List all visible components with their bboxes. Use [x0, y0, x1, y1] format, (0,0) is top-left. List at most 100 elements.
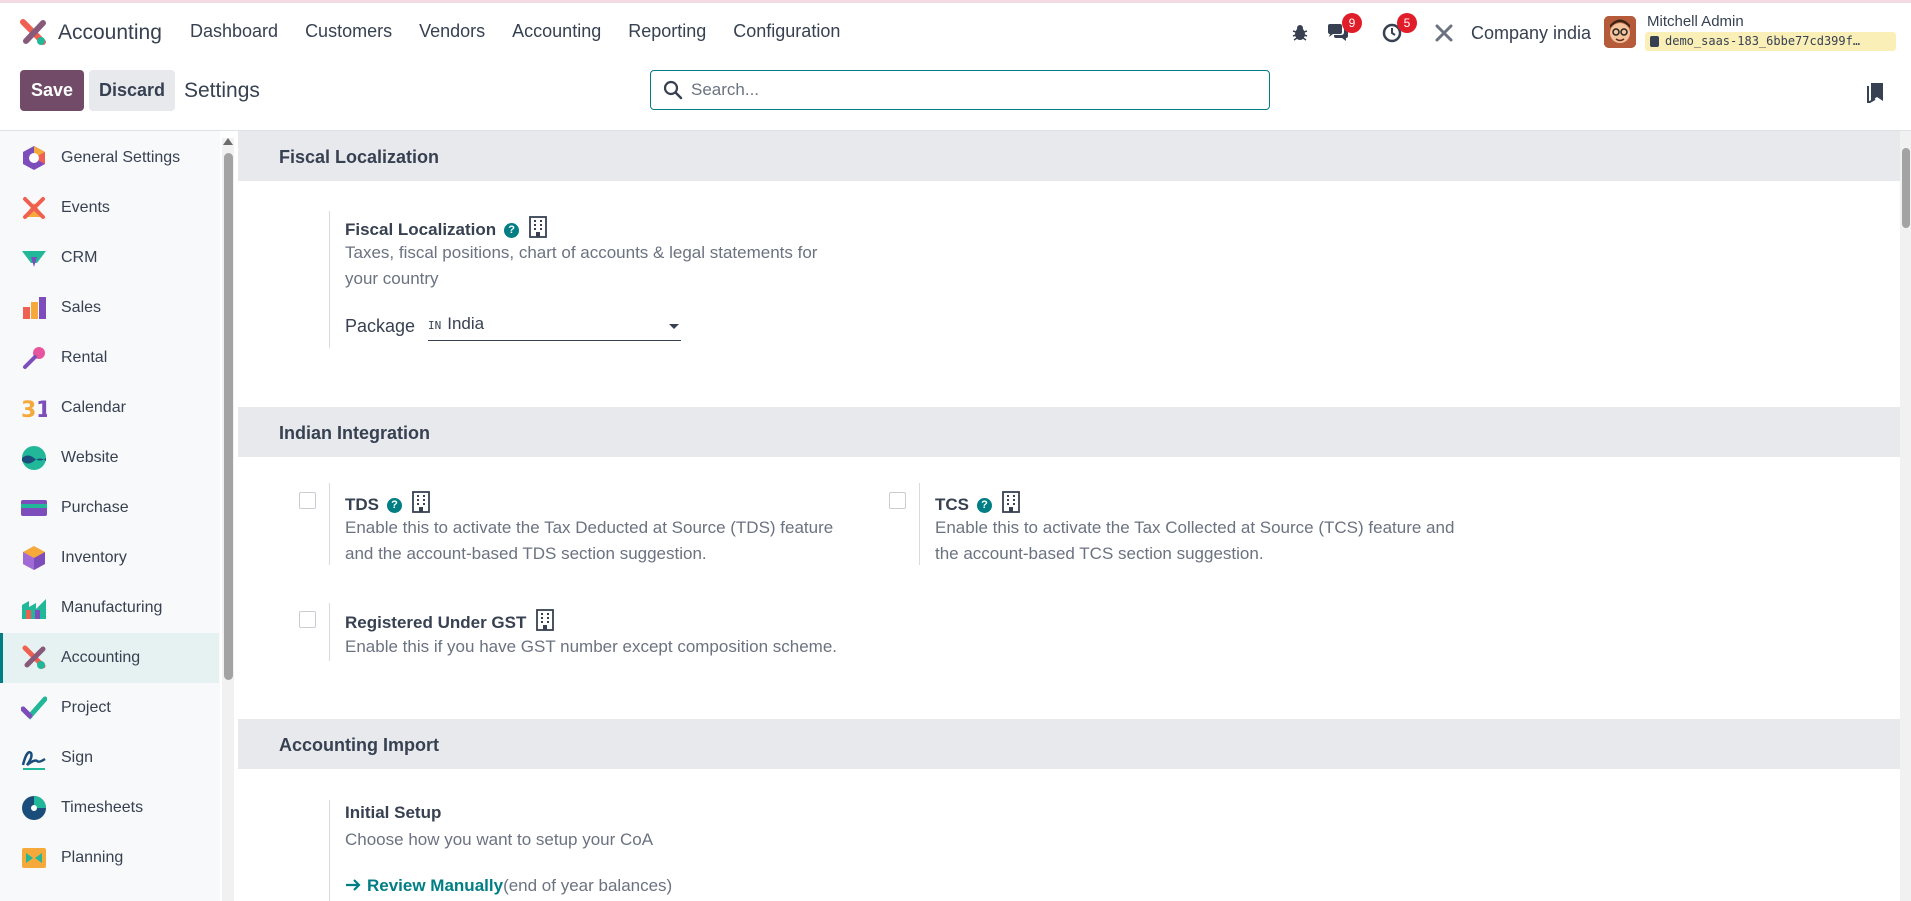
sidebar-item-calendar[interactable]: 3 1 Calendar — [0, 383, 219, 433]
package-select[interactable]: IN India — [428, 314, 681, 341]
accounting-icon — [22, 645, 46, 669]
gst-checkbox[interactable] — [299, 611, 316, 628]
section-title: Accounting Import — [279, 735, 439, 755]
save-button[interactable]: Save — [20, 70, 84, 111]
tds-checkbox[interactable] — [299, 492, 316, 509]
main-navbar: Accounting Dashboard Customers Vendors A… — [0, 3, 1911, 60]
menu-customers[interactable]: Customers — [305, 21, 392, 42]
sidebar-scrollbar-thumb[interactable] — [224, 153, 233, 680]
database-name: demo_saas-183_6bbe77cd399f… — [1665, 34, 1861, 48]
sidebar-item-label: Timesheets — [61, 799, 144, 816]
section-header-accounting-import: Accounting Import — [238, 719, 1900, 769]
setting-divider — [329, 483, 330, 565]
timesheets-icon — [22, 796, 46, 820]
sidebar-item-sales[interactable]: Sales — [0, 283, 219, 333]
sidebar-item-partial — [0, 883, 219, 901]
partial-app-icon — [21, 895, 47, 901]
sidebar-item-label: Inventory — [61, 549, 127, 566]
menu-reporting[interactable]: Reporting — [628, 21, 706, 42]
setting-title-text: TCS — [935, 495, 969, 514]
setting-divider — [329, 211, 330, 348]
sidebar-item-rental[interactable]: Rental — [0, 333, 219, 383]
activities-badge: 5 — [1397, 13, 1417, 33]
accounting-app-icon[interactable] — [19, 19, 47, 47]
rental-icon — [23, 347, 45, 369]
setting-title: Fiscal Localization? — [345, 216, 548, 240]
tools-icon[interactable] — [1434, 15, 1454, 51]
sidebar-item-accounting[interactable]: Accounting — [0, 633, 219, 683]
sidebar-item-label: Project — [61, 699, 111, 716]
sign-icon — [21, 751, 46, 770]
setting-divider — [329, 800, 330, 901]
section-header-indian-integration: Indian Integration — [238, 407, 1900, 457]
sales-icon — [23, 297, 46, 319]
sidebar-item-label: CRM — [61, 249, 98, 266]
sidebar-item-label: Website — [61, 449, 119, 466]
setting-title-text: Fiscal Localization — [345, 220, 497, 239]
user-name[interactable]: Mitchell Admin — [1647, 13, 1744, 30]
page-title: Settings — [184, 79, 260, 102]
sidebar-item-timesheets[interactable]: Timesheets — [0, 783, 219, 833]
calendar-icon: 3 1 — [21, 398, 47, 421]
sidebar-item-label: General Settings — [61, 149, 181, 166]
search-input[interactable] — [691, 80, 1251, 100]
search-icon[interactable] — [663, 80, 683, 100]
sidebar-item-label: Sign — [61, 749, 94, 766]
sidebar-item-planning[interactable]: Planning — [0, 833, 219, 883]
help-icon[interactable]: ? — [504, 223, 520, 238]
section-header-fiscal-localization: Fiscal Localization — [238, 131, 1900, 181]
setting-divider — [329, 603, 330, 661]
sidebar-item-label: Manufacturing — [61, 599, 163, 616]
user-avatar[interactable] — [1604, 16, 1636, 48]
setting-title-text: TDS — [345, 495, 379, 514]
sidebar-item-general-settings[interactable]: General Settings — [0, 133, 219, 183]
setting-title: Initial Setup — [345, 803, 442, 822]
setting-tds: TDS? Enable this to activate the Tax Ded… — [329, 483, 869, 565]
svg-text:3: 3 — [21, 398, 36, 421]
sidebar-item-label: Rental — [61, 349, 108, 366]
app-name[interactable]: Accounting — [58, 21, 162, 45]
activities-button[interactable]: 5 — [1381, 13, 1421, 51]
setting-tcs: TCS? Enable this to activate the Tax Col… — [919, 483, 1459, 565]
sidebar-item-manufacturing[interactable]: Manufacturing — [0, 583, 219, 633]
content-scrollbar[interactable] — [1900, 131, 1911, 901]
company-building-icon — [412, 491, 430, 513]
company-building-icon — [536, 609, 555, 631]
help-icon[interactable]: ? — [387, 498, 402, 513]
sidebar-item-crm[interactable]: CRM — [0, 233, 219, 283]
database-icon — [1650, 36, 1659, 47]
sidebar-item-website[interactable]: Website — [0, 433, 219, 483]
setting-divider — [919, 483, 920, 565]
review-link-label: Review Manually — [367, 876, 504, 895]
setting-title: TCS? — [935, 491, 1020, 515]
purchase-icon — [21, 500, 47, 516]
sidebar-item-purchase[interactable]: Purchase — [0, 483, 219, 533]
discard-button[interactable]: Discard — [89, 70, 175, 111]
tcs-checkbox[interactable] — [889, 492, 906, 509]
debug-icon[interactable] — [1290, 15, 1310, 51]
menu-dashboard[interactable]: Dashboard — [190, 21, 278, 42]
menu-configuration[interactable]: Configuration — [733, 21, 840, 42]
sidebar-item-events[interactable]: Events — [0, 183, 219, 233]
menu-accounting[interactable]: Accounting — [512, 21, 601, 42]
sidebar-item-inventory[interactable]: Inventory — [0, 533, 219, 583]
settings-sidebar: General Settings Events CRM Sales Rental — [0, 131, 220, 901]
section-title: Indian Integration — [279, 423, 430, 443]
company-building-icon — [529, 216, 548, 238]
top-menu: Dashboard Customers Vendors Accounting R… — [190, 21, 840, 42]
sidebar-item-project[interactable]: Project — [0, 683, 219, 733]
company-switcher[interactable]: Company india — [1471, 23, 1591, 44]
menu-vendors[interactable]: Vendors — [419, 21, 485, 42]
messages-button[interactable]: 9 — [1326, 13, 1366, 51]
company-building-icon — [1002, 491, 1020, 513]
scroll-up-arrow-icon[interactable] — [223, 138, 233, 145]
content-scrollbar-thumb[interactable] — [1902, 148, 1910, 228]
setting-description: Taxes, fiscal positions, chart of accoun… — [345, 243, 818, 288]
sidebar-item-label: Planning — [61, 849, 124, 866]
setting-title: TDS? — [345, 491, 430, 515]
help-icon[interactable]: ? — [977, 498, 992, 513]
bookmark-icon[interactable] — [1867, 81, 1885, 103]
sidebar-item-sign[interactable]: Sign — [0, 733, 219, 783]
review-manually-link[interactable]: Review Manually(end of year balances) — [345, 876, 672, 896]
crm-icon — [22, 251, 46, 267]
